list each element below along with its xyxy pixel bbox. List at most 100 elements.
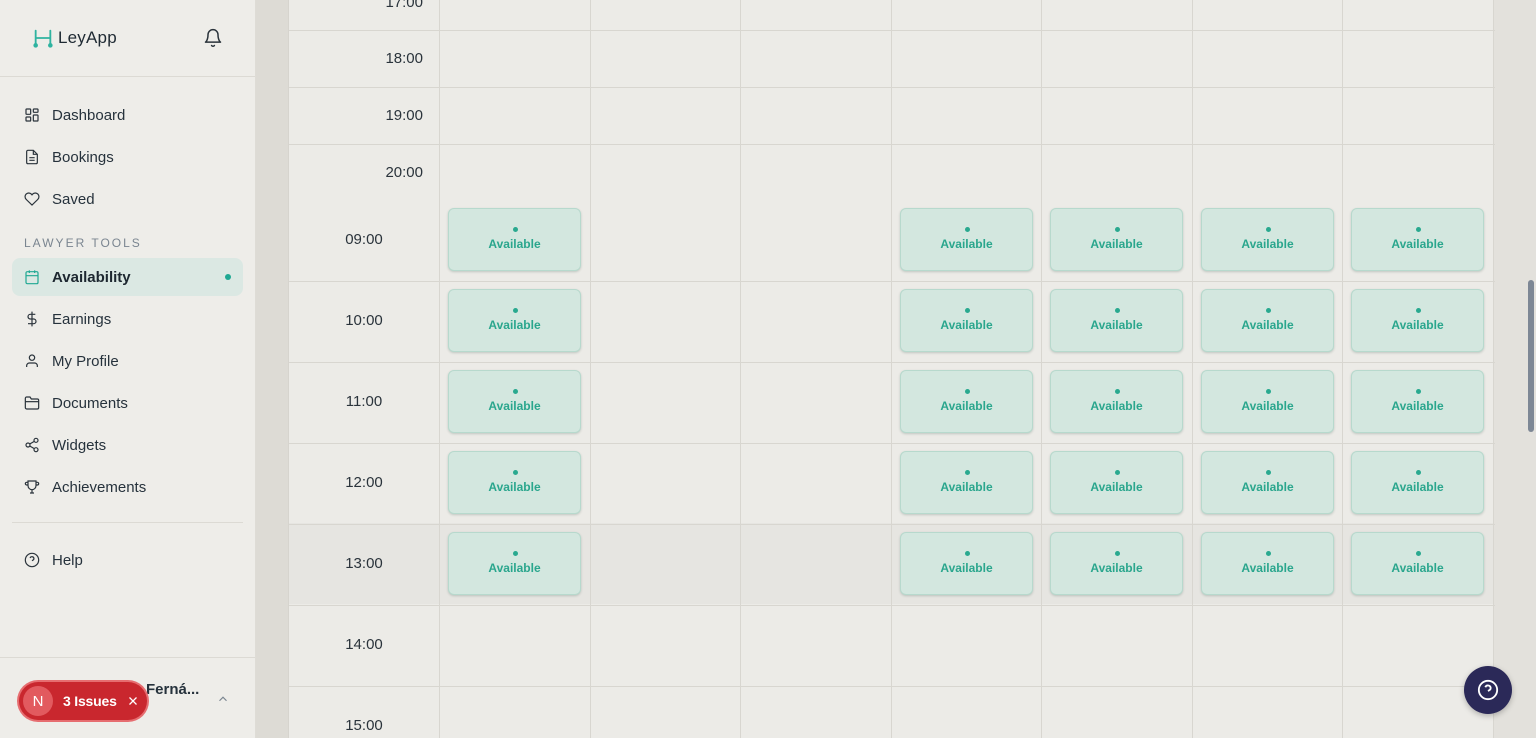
nav-label: Help (52, 551, 83, 569)
availability-dot (1115, 470, 1120, 475)
nav-label: Saved (52, 190, 95, 208)
slot-label: Available (488, 399, 541, 413)
time-label: 09:00 (345, 231, 383, 248)
share-icon (25, 437, 39, 453)
available-slot[interactable]: Available (1351, 289, 1484, 352)
issues-initial: N (23, 686, 53, 716)
availability-dot (513, 470, 518, 475)
trophy-icon (24, 480, 40, 494)
available-slot[interactable]: Available (900, 289, 1033, 352)
nav-item-documents[interactable]: Documents (12, 384, 243, 422)
nav-item-my-profile[interactable]: My Profile (12, 342, 243, 380)
nav-item-help[interactable]: Help (12, 541, 243, 579)
issues-label: 3 Issues (63, 693, 117, 709)
main-nav: Dashboard Bookings Saved LAWYER TOOLS Av… (0, 77, 255, 579)
availability-dot (1416, 551, 1421, 556)
available-slot[interactable]: Available (1201, 289, 1334, 352)
nav-item-achievements[interactable]: Achievements (12, 468, 243, 506)
availability-dot (965, 470, 970, 475)
nav-item-widgets[interactable]: Widgets (12, 426, 243, 464)
nav-item-saved[interactable]: Saved (12, 180, 243, 218)
time-label: 11:00 (345, 393, 383, 410)
available-slot[interactable]: Available (1201, 532, 1334, 595)
available-slot[interactable]: Available (1050, 208, 1183, 271)
grid-column-line (590, 0, 591, 738)
available-slot[interactable]: Available (1050, 289, 1183, 352)
available-slot[interactable]: Available (1050, 370, 1183, 433)
available-slot[interactable]: Available (1351, 208, 1484, 271)
available-slot[interactable]: Available (1050, 451, 1183, 514)
slot-label: Available (940, 399, 993, 413)
nav-label: Bookings (52, 148, 114, 166)
grid-column-line (439, 0, 440, 738)
available-slot[interactable]: Available (448, 532, 581, 595)
slot-label: Available (940, 318, 993, 332)
availability-dot (1416, 470, 1421, 475)
slot-label: Available (1241, 399, 1294, 413)
background-pattern (256, 0, 288, 738)
grid-row-line (289, 144, 1495, 145)
nav-item-availability[interactable]: Availability (12, 258, 243, 296)
available-slot[interactable]: Available (1201, 451, 1334, 514)
available-slot[interactable]: Available (900, 208, 1033, 271)
logo[interactable]: LeyApp (32, 27, 117, 49)
help-button[interactable] (1464, 666, 1512, 714)
availability-dot (1266, 551, 1271, 556)
grid-column-line (1493, 0, 1494, 738)
available-slot[interactable]: Available (448, 208, 581, 271)
slot-label: Available (1391, 318, 1444, 332)
user-footer[interactable]: Ferná... N 3 Issues (0, 657, 255, 738)
close-icon[interactable] (127, 695, 139, 707)
bell-icon[interactable] (203, 28, 223, 48)
slot-label: Available (1090, 399, 1143, 413)
dollar-icon (27, 311, 37, 327)
available-slot[interactable]: Available (900, 370, 1033, 433)
time-label: 17:00 (385, 0, 423, 11)
availability-dot (965, 551, 970, 556)
slot-label: Available (488, 237, 541, 251)
available-slot[interactable]: Available (1201, 208, 1334, 271)
available-slot[interactable]: Available (448, 451, 581, 514)
available-slot[interactable]: Available (448, 289, 581, 352)
scrollbar-thumb[interactable] (1528, 280, 1534, 432)
available-slot[interactable]: Available (448, 370, 581, 433)
active-indicator-dot (225, 274, 231, 280)
nav-item-earnings[interactable]: Earnings (12, 300, 243, 338)
chevron-up-icon[interactable] (216, 692, 230, 706)
available-slot[interactable]: Available (1351, 532, 1484, 595)
main-content: 17:00 18:00 19:00 20:00 09:00 Available Availa… (256, 0, 1536, 738)
slot-label: Available (1090, 480, 1143, 494)
user-name: Ferná... (146, 681, 200, 698)
time-label: 18:00 (385, 50, 423, 67)
availability-dot (1416, 227, 1421, 232)
available-slot[interactable]: Available (1050, 532, 1183, 595)
heart-icon (24, 192, 40, 206)
available-slot[interactable]: Available (1201, 370, 1334, 433)
time-label: 14:00 (345, 636, 383, 653)
available-slot[interactable]: Available (1351, 370, 1484, 433)
nav-item-dashboard[interactable]: Dashboard (12, 96, 243, 134)
availability-calendar: 17:00 18:00 19:00 20:00 09:00 Available Availa… (288, 0, 1495, 738)
nav-label: Dashboard (52, 106, 126, 124)
slot-label: Available (1391, 480, 1444, 494)
grid-row-line (289, 281, 1495, 282)
slot-label: Available (1241, 318, 1294, 332)
grid-icon (25, 108, 39, 122)
grid-row-line (289, 443, 1495, 444)
available-slot[interactable]: Available (900, 451, 1033, 514)
brand-header: LeyApp (0, 0, 255, 77)
available-slot[interactable]: Available (1351, 451, 1484, 514)
grid-row-line (289, 686, 1495, 687)
nav-item-bookings[interactable]: Bookings (12, 138, 243, 176)
calendar-icon (25, 270, 39, 285)
logo-icon (33, 29, 53, 48)
available-slot[interactable]: Available (900, 532, 1033, 595)
availability-dot (1416, 389, 1421, 394)
slot-label: Available (1090, 561, 1143, 575)
slot-label: Available (1090, 318, 1143, 332)
grid-column-line (1192, 0, 1193, 738)
grid-column-line (891, 0, 892, 738)
availability-dot (1266, 308, 1271, 313)
issues-badge[interactable]: N 3 Issues (19, 682, 147, 720)
time-label: 13:00 (345, 555, 383, 572)
